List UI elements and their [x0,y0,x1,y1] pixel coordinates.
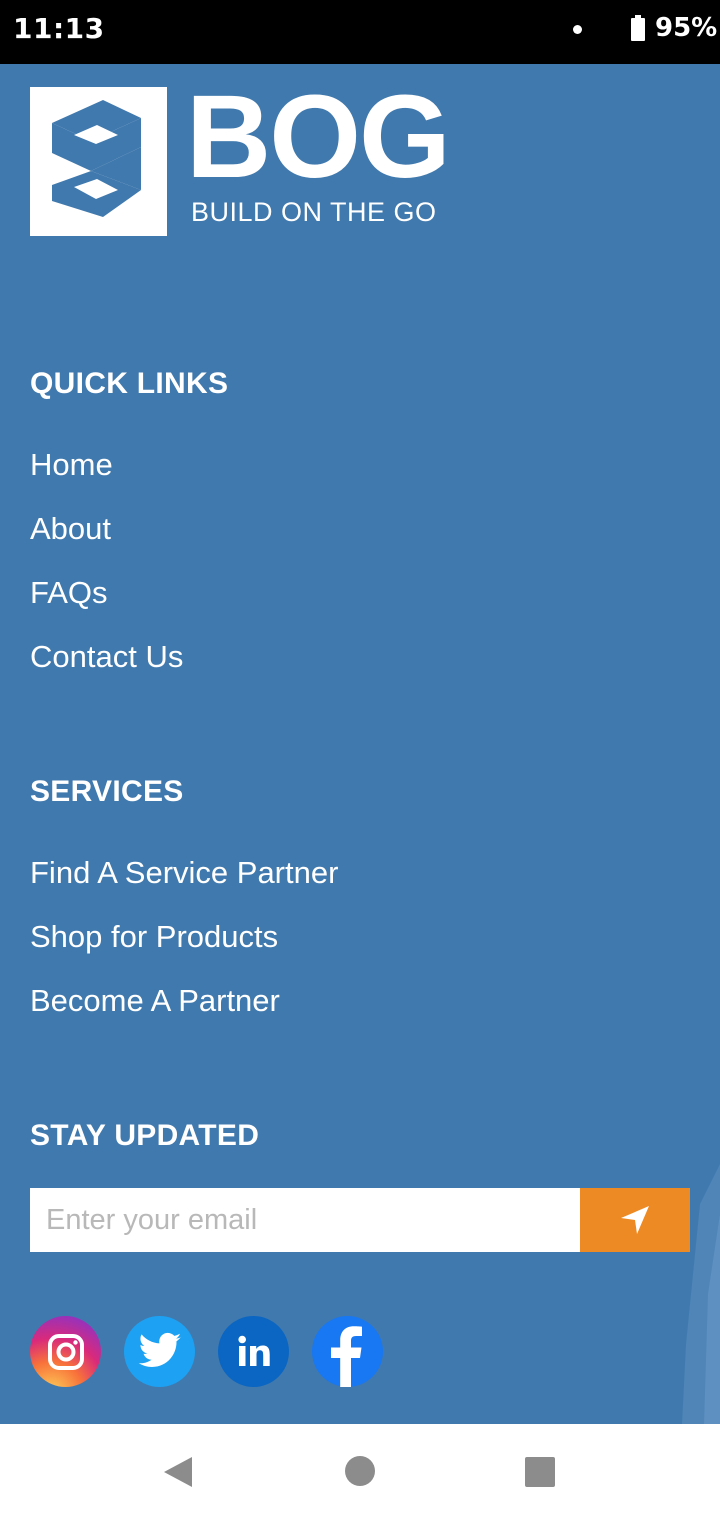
footer-link-find-service-partner[interactable]: Find A Service Partner [30,855,338,891]
battery-icon [631,15,645,41]
back-icon[interactable] [162,1455,194,1489]
recents-icon[interactable] [524,1456,556,1488]
quick-links-heading: QUICK LINKS [30,367,229,400]
footer-link-become-partner[interactable]: Become A Partner [30,983,280,1019]
twitter-link[interactable] [124,1316,195,1387]
facebook-icon [331,1326,362,1387]
linkedin-icon [237,1335,270,1366]
home-icon[interactable] [344,1455,376,1487]
footer-link-shop-products[interactable]: Shop for Products [30,919,278,955]
newsletter-form [30,1188,690,1252]
stay-updated-heading: STAY UPDATED [30,1119,260,1152]
bog-logo[interactable]: BOG BUILD ON THE GO [30,77,480,237]
footer-link-faqs[interactable]: FAQs [30,575,108,611]
send-arrow-icon [621,1206,649,1234]
footer-link-home[interactable]: Home [30,447,113,483]
battery-percent: 95% [655,13,718,43]
instagram-icon [47,1333,84,1370]
notification-dot-icon [573,25,582,34]
footer-link-contact-us[interactable]: Contact Us [30,639,183,675]
footer-link-about[interactable]: About [30,511,111,547]
logo-mark-icon [30,87,167,236]
social-links [30,1316,390,1388]
facebook-link[interactable] [312,1316,383,1387]
status-time: 11:13 [13,12,105,45]
system-navigation-bar [0,1424,720,1520]
instagram-link[interactable] [30,1316,101,1387]
email-input[interactable] [30,1188,580,1252]
status-bar: 11:13 95% [0,0,720,64]
linkedin-link[interactable] [218,1316,289,1387]
logo-title: BOG [186,71,451,203]
logo-tagline: BUILD ON THE GO [191,197,437,227]
services-heading: SERVICES [30,775,184,808]
twitter-bird-icon [138,1332,181,1367]
subscribe-button[interactable] [580,1188,690,1252]
